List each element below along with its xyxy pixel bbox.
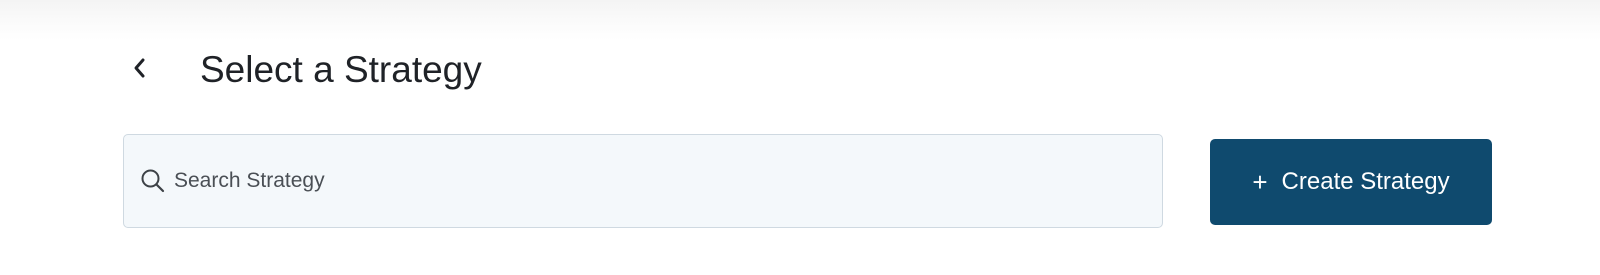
back-button[interactable] [124, 52, 156, 84]
chevron-left-icon [134, 58, 145, 78]
plus-icon: + [1252, 167, 1268, 197]
create-strategy-label: Create Strategy [1281, 168, 1450, 195]
search-icon [140, 168, 166, 194]
search-bar[interactable] [123, 134, 1163, 228]
page: Select a Strategy + Create Strategy [0, 0, 1600, 275]
page-title: Select a Strategy [200, 49, 482, 90]
create-strategy-button[interactable]: + Create Strategy [1210, 139, 1492, 225]
search-input[interactable] [174, 161, 1134, 201]
top-bar-shadow [0, 0, 1600, 40]
